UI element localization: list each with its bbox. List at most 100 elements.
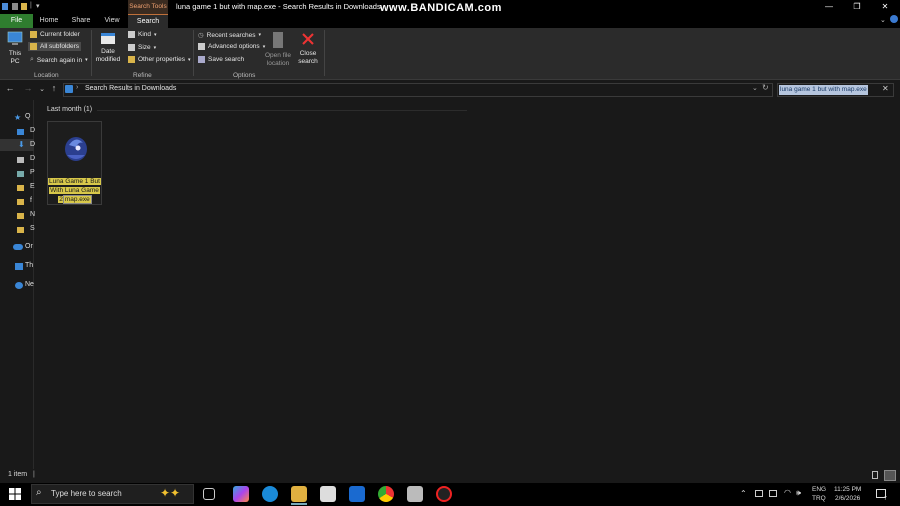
this-pc-icon [7,31,23,45]
nav-item-folder-n[interactable]: N [30,211,35,218]
size-button[interactable]: Size ▾ [128,44,156,51]
close-search-label: Close search [298,50,318,65]
back-arrow-icon[interactable]: ← [4,83,16,93]
file-name-line2: With Luna Game [47,186,102,195]
close-search-button[interactable]: Close search [296,31,320,66]
large-icons-view-icon[interactable] [884,470,896,481]
breadcrumb[interactable]: Search Results in Downloads [85,85,176,92]
clock-time[interactable]: 11:25 PM [834,486,861,493]
up-arrow-icon[interactable]: ↑ [48,83,60,93]
outlook-icon[interactable] [349,486,365,502]
nav-item-folder-f[interactable]: f [30,197,32,204]
open-file-location-button[interactable]: Open file location [263,31,293,68]
nav-item-onedrive[interactable]: Or [25,243,33,250]
search-highlight-sparkle-icon[interactable]: ✦✦ [160,486,180,500]
file-name-line3: 2 map.exe [47,195,102,204]
size-label: Size [138,44,151,51]
store-icon[interactable] [320,486,336,502]
nav-item-folder-s[interactable]: S [30,225,35,232]
clock-icon: ◷ [198,32,204,39]
customize-quick-access-icon[interactable]: ▾ [36,2,40,10]
collapse-ribbon-icon[interactable]: ⌄ [880,16,886,24]
search-again-in-button[interactable]: ⌕ Search again in ▾ [30,56,88,64]
help-icon[interactable] [890,15,898,23]
search-results-icon [65,85,73,93]
keyboard-icon[interactable] [769,490,777,497]
kind-label: Kind [138,31,152,38]
save-search-button[interactable]: Save search [198,56,244,63]
file-name-text: With Luna Game [49,187,100,194]
details-view-icon[interactable] [872,471,878,479]
nav-item-network[interactable]: Ne [25,281,34,288]
quick-access-star-icon: ★ [14,113,22,122]
item-count: 1 item [8,471,28,478]
task-view-icon[interactable] [203,488,215,500]
folder-icon [17,185,24,191]
close-window-button[interactable]: ✕ [871,1,899,13]
save-search-label: Save search [208,56,245,63]
current-folder-button[interactable]: Current folder [30,31,80,38]
clock-date[interactable]: 2/6/2026 [835,495,860,502]
ribbon-separator [324,30,325,76]
date-modified-label: Date modified [95,48,121,63]
dropdown-arrow-icon: ▾ [187,56,191,63]
kind-icon [128,31,135,38]
properties-icon [128,56,135,63]
nav-item-desktop[interactable]: D [30,127,35,134]
file-explorer-icon[interactable] [291,486,307,502]
all-subfolders-button[interactable]: All subfolders [28,42,82,51]
edge-icon[interactable] [262,486,278,502]
keyboard-layout[interactable]: TRQ [812,495,826,502]
new-folder-quick-icon[interactable] [21,3,27,10]
tab-view[interactable]: View [98,14,126,28]
nav-item-pictures[interactable]: P [30,169,35,176]
size-icon [128,44,135,51]
folder-icon [30,31,37,38]
address-dropdown-icon[interactable]: ⌄ [752,84,758,92]
maximize-button[interactable]: ❐ [843,1,871,13]
taskbar-search-placeholder: Type here to search [51,489,122,498]
search-query-text[interactable]: luna game 1 but with map.exe [779,85,868,95]
tab-file[interactable]: File [0,14,33,28]
tab-share[interactable]: Share [67,14,95,28]
tab-search[interactable]: Search [128,14,168,28]
tray-app-icon[interactable] [755,490,763,497]
wifi-icon[interactable]: ◠ [784,488,791,497]
other-properties-button[interactable]: Other properties ▾ [128,56,190,63]
forward-arrow-icon[interactable]: → [22,83,34,93]
nav-item-quick-access[interactable]: Q [25,113,30,120]
language-indicator[interactable]: ENG [812,486,826,493]
clear-search-icon[interactable]: ✕ [882,84,889,93]
minimize-button[interactable]: — [815,1,843,13]
refresh-icon[interactable]: ↻ [762,83,769,92]
group-header[interactable]: Last month (1) [47,106,92,113]
app-window-icon[interactable] [407,486,423,502]
copilot-icon[interactable] [233,486,249,502]
chrome-icon[interactable] [378,486,394,502]
nav-item-folder-e[interactable]: E [30,183,35,190]
bandicam-record-icon[interactable] [436,486,452,502]
download-icon: ⬇ [18,140,25,149]
this-pc-button[interactable]: This PC [4,31,26,66]
properties-quick-icon[interactable] [12,3,18,10]
refine-group-label: Refine [133,72,152,79]
recent-locations-icon[interactable]: ⌄ [36,85,48,93]
advanced-options-icon [198,43,205,50]
breadcrumb-chevron-icon[interactable]: › [76,84,78,91]
windows-start-icon[interactable] [9,488,21,500]
status-separator: | [33,471,35,478]
volume-icon[interactable]: 🕪 [796,488,801,498]
tab-home[interactable]: Home [35,14,63,28]
tab-search-tools: Search Tools [128,0,168,14]
recent-searches-button[interactable]: ◷ Recent searches ▾ [198,31,261,40]
advanced-options-label: Advanced options [208,43,260,50]
nav-item-documents[interactable]: D [30,155,35,162]
nav-item-this-pc[interactable]: Th [25,262,33,269]
nav-item-downloads[interactable]: D [30,141,35,148]
documents-icon [17,157,24,163]
advanced-options-button[interactable]: Advanced options ▾ [198,43,265,50]
date-modified-button[interactable]: Date modified [93,31,123,64]
tray-overflow-icon[interactable]: ⌃ [740,489,747,498]
dropdown-arrow-icon: ▾ [153,44,157,51]
kind-button[interactable]: Kind ▾ [128,31,157,38]
